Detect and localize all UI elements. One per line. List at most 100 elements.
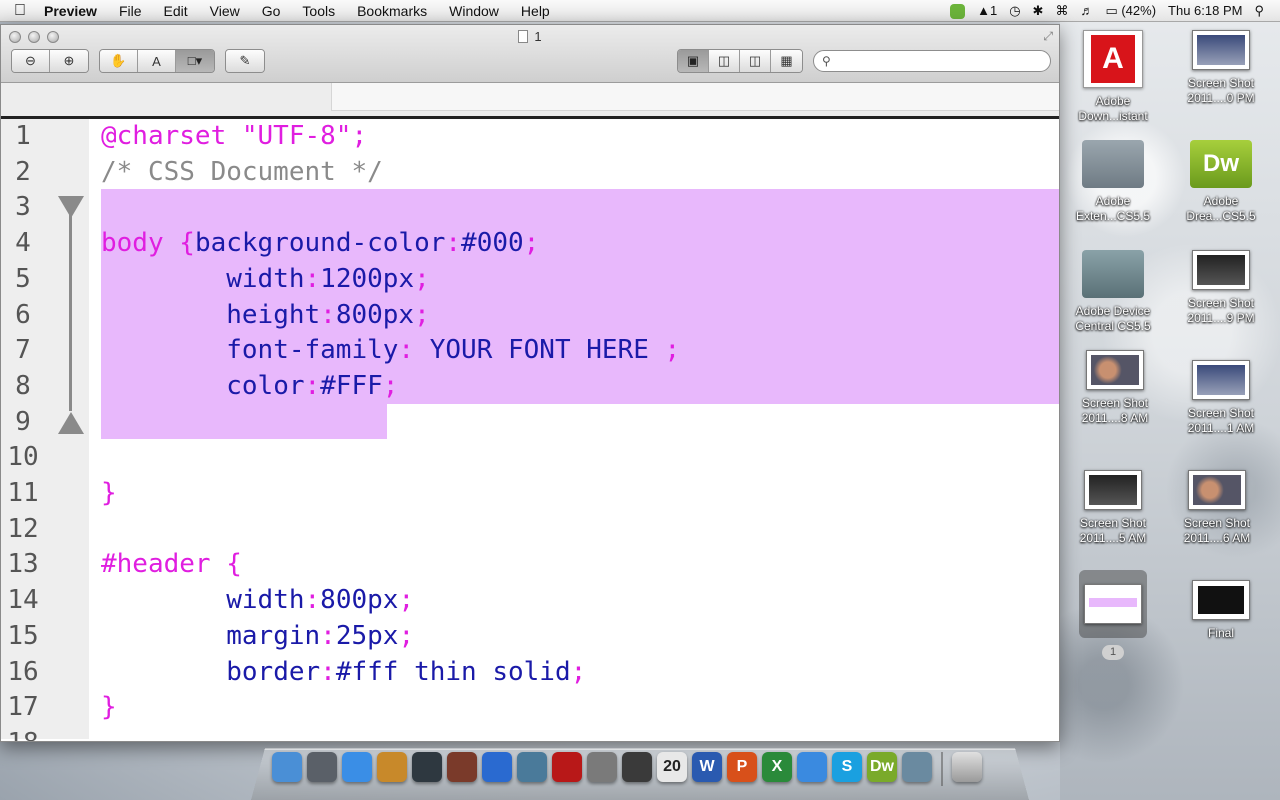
- dock-preview-icon[interactable]: [902, 752, 932, 782]
- text-tool-button[interactable]: A: [138, 50, 176, 72]
- screenshot-thumbnail-icon: [1084, 470, 1142, 510]
- desktop-icon-label: Adobe Device Central CS5.5: [1075, 304, 1151, 333]
- dock-icons: 20 W P X S Dw: [272, 752, 982, 786]
- dock-excel-icon[interactable]: X: [762, 752, 792, 782]
- desktop-icon[interactable]: A Adobe Down...istant: [1063, 30, 1163, 124]
- menu-go[interactable]: Go: [251, 3, 292, 19]
- dock-safari-icon[interactable]: [342, 752, 372, 782]
- document-icon: [518, 30, 529, 43]
- dock-app-store-icon[interactable]: [797, 752, 827, 782]
- adobe-updater-icon[interactable]: ▲1: [971, 3, 1003, 18]
- battery-percent: (42%): [1121, 2, 1157, 18]
- battery-icon[interactable]: ▭ (42%): [1099, 3, 1162, 19]
- folder-icon: [1082, 140, 1144, 188]
- toolbar: ⊖ ⊕ ✋ A □▾ ✎ ▣ ◫ ◫ ▦ ⚲: [11, 49, 1051, 73]
- code-line: 1 @charset "UTF-8";: [1, 119, 1059, 155]
- menu-bookmarks[interactable]: Bookmarks: [346, 3, 438, 19]
- search-icon: ⚲: [822, 54, 831, 68]
- dock-system-preferences-icon[interactable]: [587, 752, 617, 782]
- code-text: color:#FFF;: [226, 370, 399, 401]
- wifi-icon[interactable]: ⌘: [1049, 3, 1074, 19]
- image-thumbnail-icon: [1192, 580, 1250, 620]
- desktop-icon[interactable]: Screen Shot 2011....1 AM: [1171, 360, 1271, 436]
- dock-skype-icon[interactable]: S: [832, 752, 862, 782]
- menu-file[interactable]: File: [108, 3, 153, 19]
- desktop-icon[interactable]: Screen Shot 2011....9 PM: [1171, 250, 1271, 326]
- view-thumbnails-button[interactable]: ◫: [709, 50, 740, 72]
- desktop-icon[interactable]: Screen Shot 2011....6 AM: [1167, 470, 1267, 546]
- page-edge: [1, 83, 1059, 119]
- dock-garageband-icon[interactable]: [377, 752, 407, 782]
- line-number: 6: [15, 299, 31, 330]
- code-text: /* CSS Document */: [101, 156, 383, 187]
- dock-imovie-icon[interactable]: [622, 752, 652, 782]
- dock-separator: [941, 752, 943, 786]
- desktop-icon-label: Screen Shot 2011....1 AM: [1187, 406, 1255, 435]
- menu-bar:  Preview File Edit View Go Tools Bookma…: [0, 0, 1280, 22]
- dreamweaver-folder-icon: Dw: [1190, 140, 1252, 188]
- desktop-icon-label: Adobe Exten...CS5.5: [1075, 194, 1151, 223]
- menu-view[interactable]: View: [199, 3, 251, 19]
- menu-help[interactable]: Help: [510, 3, 561, 19]
- code-line: 18: [1, 726, 1059, 741]
- time-machine-icon[interactable]: ◷: [1003, 3, 1026, 19]
- dock-facetime-icon[interactable]: [412, 752, 442, 782]
- dock-photo-booth-icon[interactable]: [447, 752, 477, 782]
- dock-powerpoint-icon[interactable]: P: [727, 752, 757, 782]
- select-tool-button[interactable]: □▾: [176, 50, 214, 72]
- move-tool-button[interactable]: ✋: [100, 50, 138, 72]
- search-input[interactable]: [836, 54, 1037, 68]
- line-number: 18: [5, 726, 41, 741]
- view-toc-button[interactable]: ◫: [740, 50, 771, 72]
- zoom-out-button[interactable]: ⊖: [12, 50, 50, 72]
- window-titlebar[interactable]: 1 ⤢ ⊖ ⊕ ✋ A □▾ ✎ ▣ ◫ ◫ ▦ ⚲: [1, 25, 1059, 83]
- desktop-icon[interactable]: Screen Shot 2011....8 AM: [1065, 350, 1165, 426]
- volume-icon[interactable]: ♬: [1074, 3, 1099, 18]
- bluetooth-icon[interactable]: ✱: [1027, 3, 1050, 19]
- dock-dreamweaver-icon[interactable]: Dw: [867, 752, 897, 782]
- dock-word-icon[interactable]: W: [692, 752, 722, 782]
- menu-edit[interactable]: Edit: [153, 3, 199, 19]
- code-text: width:1200px;: [226, 263, 430, 294]
- desktop-icon[interactable]: Screen Shot 2011....0 PM: [1171, 30, 1271, 106]
- desktop-icon[interactable]: 1: [1063, 570, 1163, 660]
- spotlight-icon[interactable]: ⚲: [1248, 3, 1270, 19]
- view-content-only-button[interactable]: ▣: [678, 50, 709, 72]
- search-field[interactable]: ⚲: [813, 50, 1051, 72]
- zoom-controls: ⊖ ⊕: [11, 49, 89, 73]
- fullscreen-icon[interactable]: ⤢: [1043, 29, 1053, 44]
- line-number: 3: [15, 192, 31, 223]
- screenshot-thumbnail-icon: [1188, 470, 1246, 510]
- dock-finder-icon[interactable]: [272, 752, 302, 782]
- trash-icon[interactable]: [952, 752, 982, 782]
- code-text: }: [101, 478, 117, 508]
- screenshot-thumbnail-icon: [1192, 250, 1250, 290]
- code-line: 4 body {background-color:#000;: [1, 226, 1059, 262]
- desktop-icon[interactable]: Dw Adobe Drea...CS5.5: [1171, 140, 1271, 224]
- desktop-icon-label: Screen Shot 2011....8 AM: [1081, 396, 1149, 425]
- desktop-icon[interactable]: Final: [1171, 580, 1271, 641]
- menu-window[interactable]: Window: [438, 3, 510, 19]
- code-text: #header {: [101, 549, 242, 580]
- code-line: 7 font-family: YOUR FONT HERE ;: [1, 333, 1059, 369]
- dock-iphoto-icon[interactable]: [517, 752, 547, 782]
- desktop-icon[interactable]: Screen Shot 2011....5 AM: [1063, 470, 1163, 546]
- zoom-in-button[interactable]: ⊕: [50, 50, 88, 72]
- desktop-icon[interactable]: Adobe Device Central CS5.5: [1063, 250, 1163, 334]
- code-text: @charset "UTF-8";: [101, 121, 368, 151]
- dock-launchpad-icon[interactable]: [307, 752, 337, 782]
- apple-menu-icon[interactable]: : [0, 2, 40, 20]
- dock-itunes-icon[interactable]: [482, 752, 512, 782]
- dock-calendar-icon[interactable]: 20: [657, 752, 687, 782]
- view-contact-sheet-button[interactable]: ▦: [771, 50, 802, 72]
- annotate-pencil-button[interactable]: ✎: [226, 50, 264, 72]
- code-line: 10: [1, 440, 1059, 476]
- desktop-icon[interactable]: Adobe Exten...CS5.5: [1063, 140, 1163, 224]
- dock-photo-booth-red-icon[interactable]: [552, 752, 582, 782]
- line-number: 17: [7, 692, 39, 723]
- clock[interactable]: Thu 6:18 PM: [1162, 3, 1248, 18]
- menu-tools[interactable]: Tools: [291, 3, 346, 19]
- desktop-icon-label: Final: [1207, 626, 1234, 640]
- evernote-icon[interactable]: [944, 2, 971, 19]
- menu-app-name[interactable]: Preview: [40, 3, 108, 19]
